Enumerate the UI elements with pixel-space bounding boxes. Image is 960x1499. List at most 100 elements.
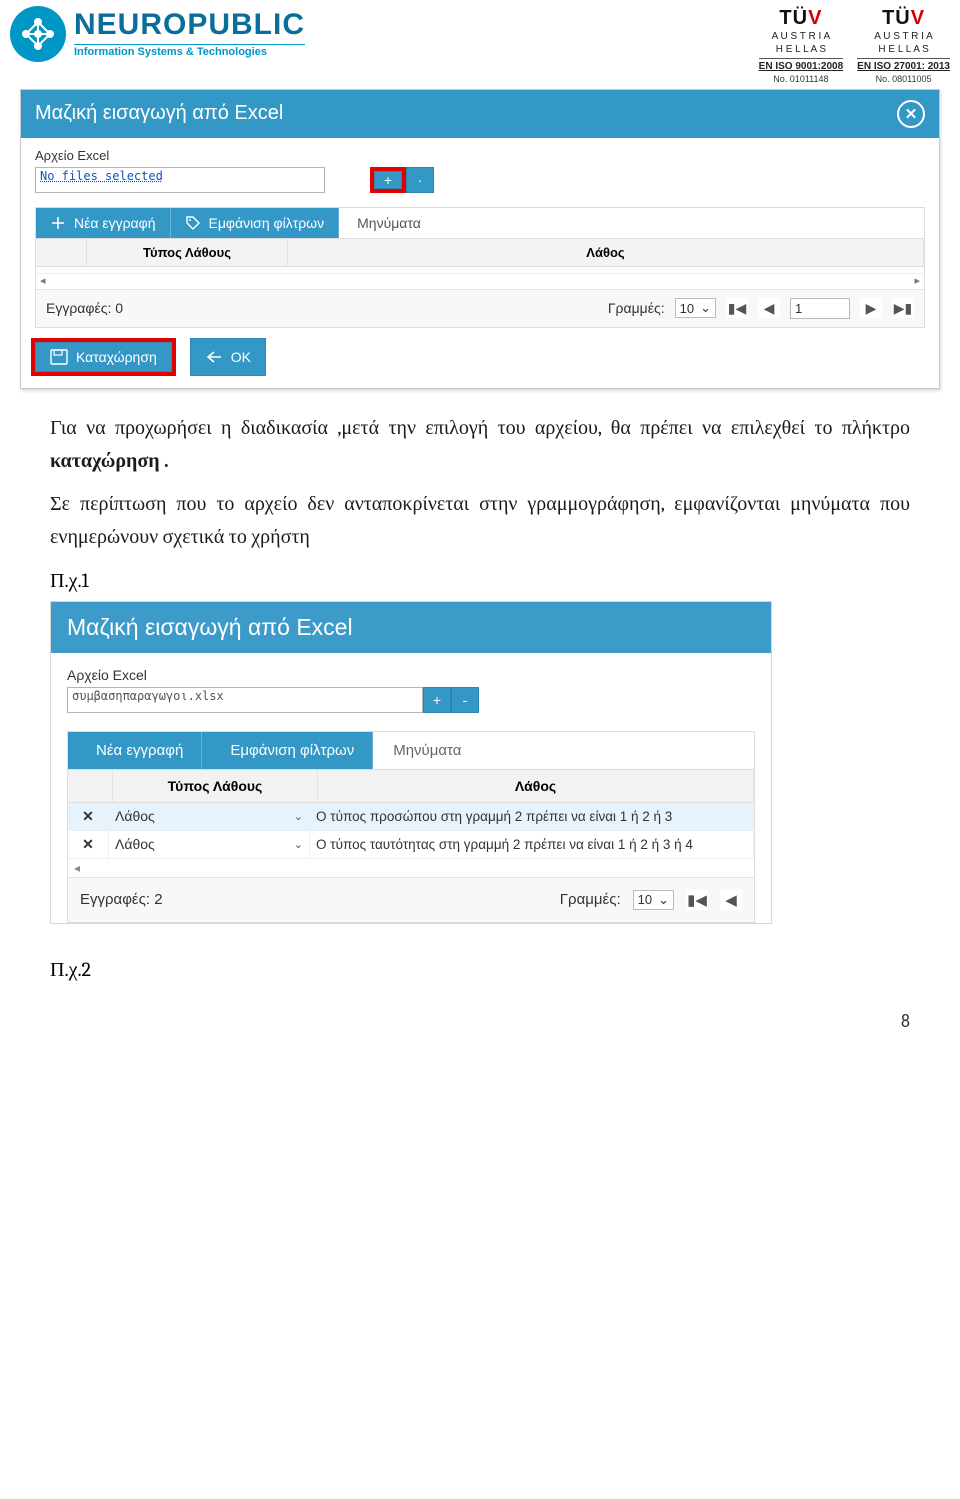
chevron-down-icon: ⌄: [658, 892, 669, 908]
page-number: 8: [901, 1010, 910, 1032]
file-input[interactable]: No files selected: [35, 167, 325, 193]
neuropublic-logo: NEUROPUBLIC Information Systems & Techno…: [10, 6, 305, 62]
tuv-brand: TÜV: [882, 6, 925, 31]
add-file-button-2[interactable]: +: [423, 687, 451, 713]
lines-value-2: 10: [638, 892, 652, 907]
col-error-2: Λάθος: [318, 770, 754, 802]
pager-last-button[interactable]: ▶▮: [892, 298, 914, 318]
col-type: Τύπος Λάθους: [87, 239, 288, 266]
save-button[interactable]: Καταχώρηση: [35, 342, 172, 372]
scroll-left-icon[interactable]: ◂: [40, 274, 46, 287]
grid-hscroll[interactable]: ◂ ▸: [36, 273, 924, 289]
tuv2-line1: A U S T R I A: [874, 31, 933, 44]
table-row[interactable]: ✕ Λάθος ⌄ Ο τύπος ταυτότητας στη γραμμή …: [68, 831, 754, 859]
grid-header-2: Τύπος Λάθους Λάθος: [68, 769, 754, 803]
dialog2-title: Μαζική εισαγωγή από Excel: [51, 602, 771, 653]
certification-logos: TÜV A U S T R I A H E L L A S EN ISO 900…: [759, 6, 950, 85]
tab-messages[interactable]: Μηνύματα: [339, 208, 439, 238]
ok-button[interactable]: OK: [190, 338, 266, 376]
tab-messages-label: Μηνύματα: [357, 215, 421, 231]
pager-prev-button-2[interactable]: ◀: [720, 890, 742, 910]
chevron-down-icon: ⌄: [294, 838, 303, 851]
grid-pager-2: Εγγραφές: 2 Γραμμές: 10 ⌄ ▮◀ ◀: [68, 877, 754, 922]
tab-filters-label: Εμφάνιση φίλτρων: [209, 215, 325, 231]
file-label: Αρχείο Excel: [35, 148, 925, 163]
file-label-2: Αρχείο Excel: [67, 667, 755, 683]
para1-text-a: Για να προχωρήσει η διαδικασία ,μετά την…: [50, 416, 910, 439]
file-input-2[interactable]: συμβασηπαραγωγοι.xlsx: [67, 687, 423, 713]
paragraph-2: Σε περίπτωση που το αρχείο δεν ανταποκρί…: [50, 487, 910, 553]
tab-show-filters-2[interactable]: Εμφάνιση φίλτρων: [202, 732, 373, 769]
tuv1-iso: EN ISO 9001:2008: [759, 61, 844, 74]
dialog1-title: Μαζική εισαγωγή από Excel: [35, 102, 283, 125]
dialog1-titlebar: Μαζική εισαγωγή από Excel ✕: [21, 90, 939, 138]
pager-first-button[interactable]: ▮◀: [726, 298, 748, 318]
page-header: NEUROPUBLIC Information Systems & Techno…: [0, 0, 960, 89]
lines-value: 10: [680, 301, 694, 316]
scroll-right-icon[interactable]: ▸: [914, 274, 920, 287]
back-arrow-icon: [205, 349, 223, 365]
lines-select[interactable]: 10 ⌄: [675, 298, 716, 318]
save-icon: [50, 349, 68, 365]
chevron-down-icon: ⌄: [294, 810, 303, 823]
row1-error: Ο τύπος προσώπου στη γραμμή 2 πρέπει να …: [310, 804, 754, 829]
company-name: NEUROPUBLIC: [74, 10, 305, 40]
delete-row-icon[interactable]: ✕: [68, 803, 109, 830]
errors-grid: Νέα εγγραφή Εμφάνιση φίλτρων Μηνύματα Τύ…: [35, 207, 925, 328]
save-button-label: Καταχώρηση: [76, 349, 157, 365]
tab-messages-2[interactable]: Μηνύματα: [373, 732, 482, 769]
tab-messages-label-2: Μηνύματα: [393, 742, 461, 759]
tag-icon: [185, 215, 201, 231]
row2-error: Ο τύπος ταυτότητας στη γραμμή 2 πρέπει ν…: [310, 832, 754, 857]
tuv-cert-1: TÜV A U S T R I A H E L L A S EN ISO 900…: [759, 6, 844, 85]
chevron-down-icon: ⌄: [700, 300, 711, 316]
tuv-cert-2: TÜV A U S T R I A H E L L A S EN ISO 270…: [857, 6, 950, 85]
table-row[interactable]: ✕ Λάθος ⌄ Ο τύπος προσώπου στη γραμμή 2 …: [68, 803, 754, 831]
tab-new-record-2[interactable]: Νέα εγγραφή: [68, 732, 202, 769]
hscroll-left-2[interactable]: ◂: [68, 859, 754, 877]
tab-new-record[interactable]: Νέα εγγραφή: [36, 208, 171, 238]
para1-text-bold: καταχώρηση .: [50, 449, 169, 472]
clear-file-button[interactable]: ·: [406, 167, 434, 193]
remove-file-button-2[interactable]: -: [451, 687, 479, 713]
tuv2-line2: H E L L A S: [878, 44, 928, 57]
lines-label: Γραμμές:: [608, 300, 665, 316]
errors-grid-2: Νέα εγγραφή Εμφάνιση φίλτρων Μηνύματα Τύ…: [67, 731, 755, 923]
close-icon[interactable]: ✕: [897, 100, 925, 128]
col-error: Λάθος: [288, 239, 924, 266]
pager-prev-button[interactable]: ◀: [758, 298, 780, 318]
highlight-frame-save: Καταχώρηση: [31, 338, 176, 376]
col-type-2: Τύπος Λάθους: [113, 770, 318, 802]
records-label: Εγγραφές:: [46, 300, 111, 316]
example-2-label: Π.χ.2: [50, 958, 960, 982]
records-value: 0: [115, 300, 123, 316]
row-type-cell[interactable]: Λάθος ⌄: [109, 831, 310, 857]
grid-header: Τύπος Λάθους Λάθος: [36, 238, 924, 267]
tuv-brand: TÜV: [779, 6, 822, 31]
lines-select-2[interactable]: 10 ⌄: [633, 890, 674, 910]
pager-first-button-2[interactable]: ▮◀: [686, 890, 708, 910]
tuv1-line1: A U S T R I A: [772, 31, 831, 44]
row-type-cell[interactable]: Λάθος ⌄: [109, 803, 310, 829]
neuropublic-logo-icon: [10, 6, 66, 62]
delete-row-icon[interactable]: ✕: [68, 831, 109, 858]
tuv1-line2: H E L L A S: [776, 44, 826, 57]
tuv1-no: No. 01011148: [773, 74, 828, 85]
pager-page-input[interactable]: 1: [790, 298, 850, 319]
add-file-button[interactable]: +: [374, 171, 402, 189]
screenshot-dialog-2: Μαζική εισαγωγή από Excel Αρχείο Excel σ…: [50, 601, 772, 924]
row1-type: Λάθος: [115, 808, 155, 824]
lines-label-2: Γραμμές:: [560, 891, 621, 908]
tab-filters-label-2: Εμφάνιση φίλτρων: [230, 742, 354, 759]
example-1-label: Π.χ.1: [50, 569, 960, 593]
tuv2-no: No. 08011005: [876, 74, 932, 85]
row2-type: Λάθος: [115, 836, 155, 852]
tab-new-label-2: Νέα εγγραφή: [96, 742, 183, 759]
dialog1-actions: Καταχώρηση OK: [21, 328, 939, 388]
pager-next-button[interactable]: ▶: [860, 298, 882, 318]
tab-show-filters[interactable]: Εμφάνιση φίλτρων: [171, 208, 340, 238]
tuv2-iso: EN ISO 27001: 2013: [857, 61, 950, 74]
records-value-2: 2: [154, 891, 162, 908]
highlight-frame-add: +: [370, 167, 406, 193]
ok-button-label: OK: [231, 349, 251, 365]
